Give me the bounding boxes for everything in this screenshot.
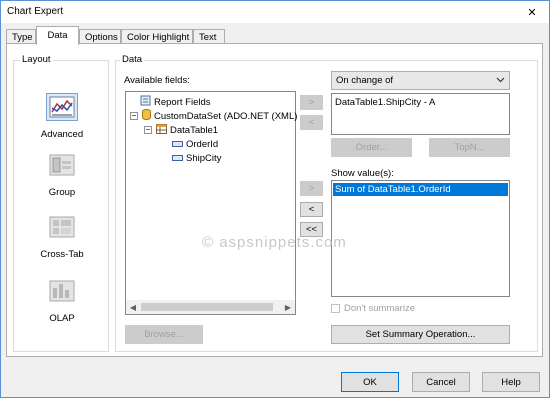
window-title: Chart Expert	[7, 6, 64, 17]
available-fields-label: Available fields:	[124, 75, 190, 86]
layout-group-option[interactable]: Group	[22, 151, 102, 198]
on-change-item[interactable]: DataTable1.ShipCity - A	[332, 94, 509, 111]
topn-button[interactable]: TopN...	[429, 138, 510, 157]
order-button[interactable]: Order...	[331, 138, 412, 157]
tree-field-shipcity[interactable]: ShipCity	[172, 151, 221, 165]
tree-field-orderid-label: OrderId	[186, 138, 219, 150]
set-summary-operation-button[interactable]: Set Summary Operation...	[331, 325, 510, 344]
tree-field-orderid[interactable]: OrderId	[172, 137, 218, 151]
field-icon	[172, 153, 183, 164]
advanced-chart-icon	[46, 93, 78, 121]
chevron-down-icon	[496, 75, 505, 86]
chart-expert-dialog: Chart Expert ✕ Type Data Options Color H…	[0, 0, 550, 398]
layout-olap[interactable]: OLAP	[22, 277, 102, 324]
group-chart-icon	[46, 151, 78, 179]
database-icon	[142, 109, 151, 123]
layout-cross-tab[interactable]: Cross-Tab	[22, 213, 102, 260]
layout-advanced[interactable]: Advanced	[22, 93, 102, 140]
report-fields-icon	[140, 95, 151, 109]
table-icon	[156, 123, 167, 137]
show-values-list[interactable]: Sum of DataTable1.OrderId	[331, 180, 510, 297]
scroll-left-icon[interactable]: ◀	[126, 300, 140, 314]
scroll-right-icon[interactable]: ▶	[281, 300, 295, 314]
collapse-icon[interactable]: −	[130, 112, 138, 120]
field-icon	[172, 139, 183, 150]
dont-summarize-checkbox[interactable]	[331, 304, 340, 313]
tree-dataset[interactable]: − CustomDataSet (ADO.NET (XML)	[130, 109, 297, 123]
layout-advanced-label: Advanced	[40, 129, 84, 140]
title-bar: Chart Expert ✕	[1, 1, 549, 23]
tab-text[interactable]: Text	[193, 29, 225, 44]
close-icon: ✕	[527, 6, 537, 19]
ok-button[interactable]: OK	[341, 372, 399, 392]
layout-group: Layout Advanced Group Cross-Tab OLAP	[13, 54, 109, 352]
tab-color-highlight[interactable]: Color Highlight	[121, 29, 193, 44]
layout-group-label: Layout	[20, 54, 53, 65]
add-to-show-values-button[interactable]: >	[300, 181, 323, 196]
remove-from-on-change-button[interactable]: <	[300, 115, 323, 130]
tree-field-shipcity-label: ShipCity	[186, 152, 222, 164]
crosstab-chart-icon	[46, 213, 78, 241]
close-button[interactable]: ✕	[515, 1, 549, 23]
dont-summarize-label: Don't summarize	[344, 303, 415, 314]
tree-table[interactable]: − DataTable1	[144, 123, 218, 137]
tree-report-fields-label: Report Fields	[154, 96, 211, 108]
layout-cross-tab-label: Cross-Tab	[40, 249, 84, 260]
show-value-item[interactable]: Sum of DataTable1.OrderId	[333, 183, 508, 196]
data-group-label: Data	[120, 54, 145, 65]
tab-type[interactable]: Type	[6, 29, 36, 44]
tab-options[interactable]: Options	[79, 29, 121, 44]
tab-data[interactable]: Data	[36, 26, 79, 45]
data-tab-panel: Layout Advanced Group Cross-Tab OLAP Dat…	[6, 43, 543, 357]
cancel-button[interactable]: Cancel	[412, 372, 470, 392]
on-change-of-list[interactable]: DataTable1.ShipCity - A	[331, 93, 510, 135]
available-fields-tree[interactable]: Report Fields − CustomDataSet (ADO.NET (…	[125, 91, 297, 315]
scroll-thumb[interactable]	[141, 303, 273, 311]
watermark-text: © aspsnippets.com	[202, 234, 347, 251]
tree-report-fields[interactable]: Report Fields	[140, 95, 211, 109]
on-change-of-value: On change of	[336, 75, 394, 86]
on-change-of-dropdown[interactable]: On change of	[331, 71, 510, 90]
browse-button[interactable]: Browse...	[125, 325, 203, 344]
collapse-icon[interactable]: −	[144, 126, 152, 134]
layout-olap-label: OLAP	[49, 313, 75, 324]
add-to-on-change-button[interactable]: >	[300, 95, 323, 110]
tree-horizontal-scrollbar[interactable]: ◀ ▶	[126, 300, 295, 314]
dont-summarize-row[interactable]: Don't summarize	[331, 303, 415, 314]
remove-from-show-values-button[interactable]: <	[300, 202, 323, 217]
layout-group-label-text: Group	[48, 187, 76, 198]
show-values-label: Show value(s):	[331, 168, 394, 179]
data-group: Data Available fields: Report Fields − C…	[115, 54, 538, 352]
olap-chart-icon	[46, 277, 78, 305]
tree-dataset-label: CustomDataSet (ADO.NET (XML)	[154, 110, 298, 122]
help-button[interactable]: Help	[482, 372, 540, 392]
tree-table-label: DataTable1	[170, 124, 219, 136]
